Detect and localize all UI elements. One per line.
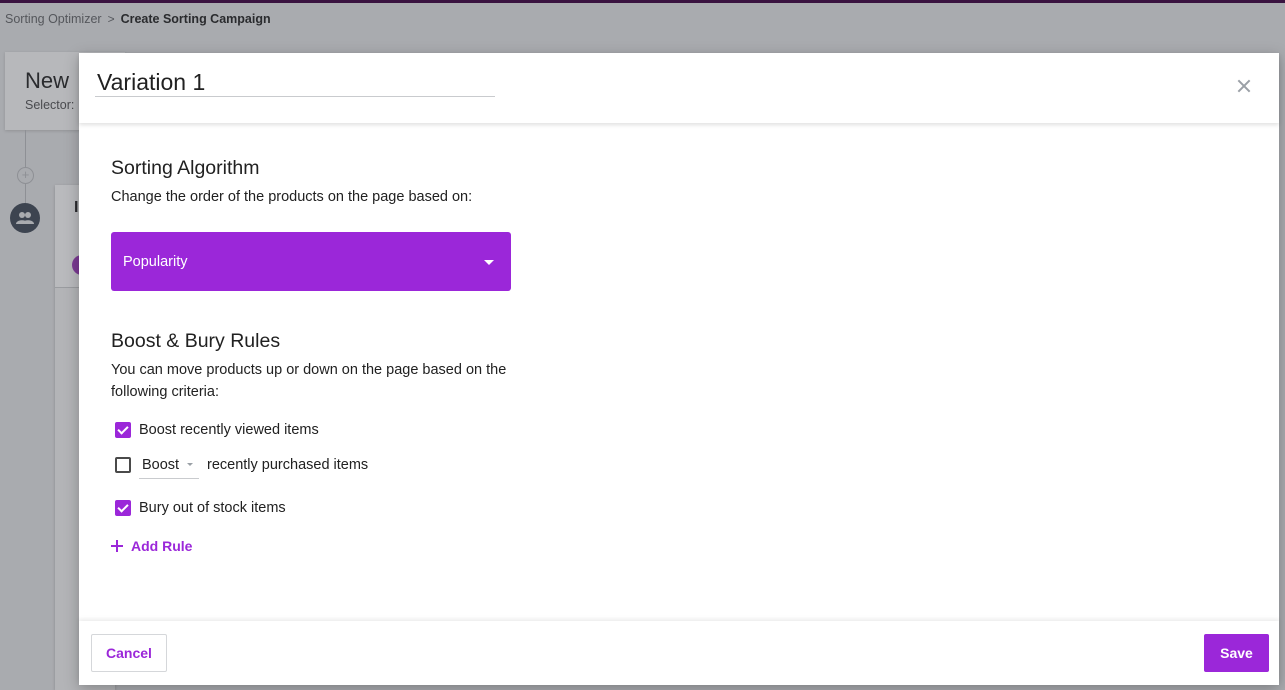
boost-bury-heading: Boost & Bury Rules bbox=[111, 330, 281, 352]
background-selector-label: Selector: bbox=[25, 98, 75, 112]
caret-down-icon bbox=[187, 463, 193, 466]
breadcrumb-parent-link[interactable]: Sorting Optimizer bbox=[5, 12, 102, 26]
sorting-algorithm-value: Popularity bbox=[123, 253, 188, 270]
caret-down-icon bbox=[484, 260, 494, 265]
breadcrumb-current: Create Sorting Campaign bbox=[120, 12, 271, 26]
add-rule-label: Add Rule bbox=[131, 538, 193, 554]
rule-checkbox-checked[interactable] bbox=[115, 422, 131, 438]
sorting-algorithm-heading: Sorting Algorithm bbox=[111, 157, 260, 179]
plus-icon bbox=[111, 540, 123, 552]
rule-checkbox-checked[interactable] bbox=[115, 500, 131, 516]
rule-label: recently purchased items bbox=[207, 457, 369, 473]
save-button[interactable]: Save bbox=[1204, 634, 1269, 672]
modal-footer: Cancel Save bbox=[79, 621, 1279, 685]
chevron-right-icon: > bbox=[107, 12, 115, 26]
rule-label: Bury out of stock items bbox=[139, 500, 286, 516]
rule-label: Boost recently viewed items bbox=[139, 422, 319, 438]
background-campaign-title: New bbox=[25, 68, 70, 93]
rule-row: Boost recently viewed items bbox=[115, 422, 319, 438]
variation-name-input[interactable]: Variation 1 bbox=[95, 67, 495, 97]
variation-modal: Variation 1 Sorting Algorithm Change the… bbox=[79, 53, 1279, 685]
rule-action-value: Boost bbox=[142, 456, 180, 473]
boost-bury-description: You can move products up or down on the … bbox=[111, 362, 507, 400]
modal-header: Variation 1 bbox=[79, 53, 1279, 123]
breadcrumb: Sorting Optimizer > Create Sorting Campa… bbox=[5, 12, 271, 26]
top-bar bbox=[0, 0, 1285, 3]
add-rule-button[interactable]: Add Rule bbox=[111, 538, 192, 554]
background-add-icon: + bbox=[17, 167, 34, 184]
audience-icon bbox=[10, 203, 40, 233]
rule-checkbox-unchecked[interactable] bbox=[115, 457, 131, 473]
background-variation-title: I bbox=[74, 199, 79, 216]
close-icon[interactable] bbox=[1235, 77, 1253, 95]
rule-action-select[interactable]: Boost bbox=[139, 451, 199, 479]
rule-row: Bury out of stock items bbox=[115, 500, 286, 516]
sorting-algorithm-description: Change the order of the products on the … bbox=[111, 189, 473, 205]
cancel-button[interactable]: Cancel bbox=[91, 634, 167, 672]
sorting-algorithm-select[interactable]: Popularity bbox=[111, 232, 511, 291]
rule-row: Boost recently purchased items bbox=[115, 451, 368, 479]
